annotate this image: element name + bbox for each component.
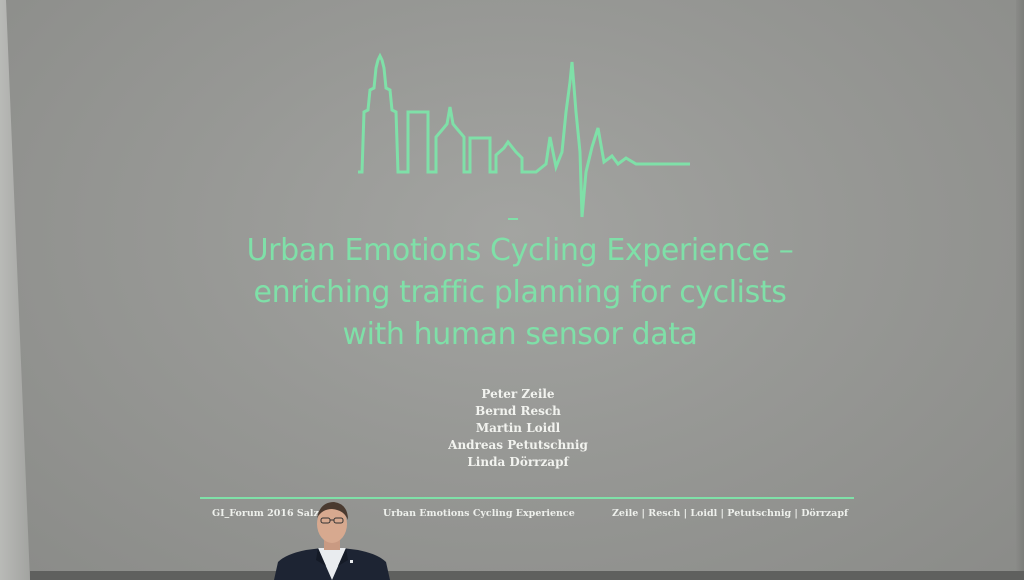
slide-dash (508, 218, 518, 220)
slide-title: Urban Emotions Cycling Experience – enri… (130, 230, 910, 356)
author-name: Linda Dörrzapf (467, 455, 569, 469)
footer-project: Urban Emotions Cycling Experience (383, 508, 575, 519)
right-edge (1016, 0, 1024, 580)
author-name: Bernd Resch (475, 404, 561, 418)
slide-title-line-3: with human sensor data (342, 317, 698, 352)
left-wall (0, 0, 30, 580)
lecture-hall-scene: Urban Emotions Cycling Experience – enri… (0, 0, 1024, 580)
slide-authors: Peter Zeile Bernd Resch Martin Loidl And… (368, 386, 668, 471)
screen-bottom-edge (30, 571, 1024, 580)
footer-authors: Zeile | Resch | Loidl | Petutschnig | Dö… (612, 508, 849, 519)
slide-title-line-2: enriching traffic planning for cyclists (253, 275, 787, 310)
author-name: Andreas Petutschnig (448, 438, 588, 452)
slide-title-line-1: Urban Emotions Cycling Experience – (246, 233, 794, 268)
city-skyline-heartbeat-icon (358, 52, 690, 218)
author-name: Peter Zeile (481, 387, 555, 401)
presenter-figure (274, 502, 390, 580)
author-name: Martin Loidl (475, 421, 561, 435)
